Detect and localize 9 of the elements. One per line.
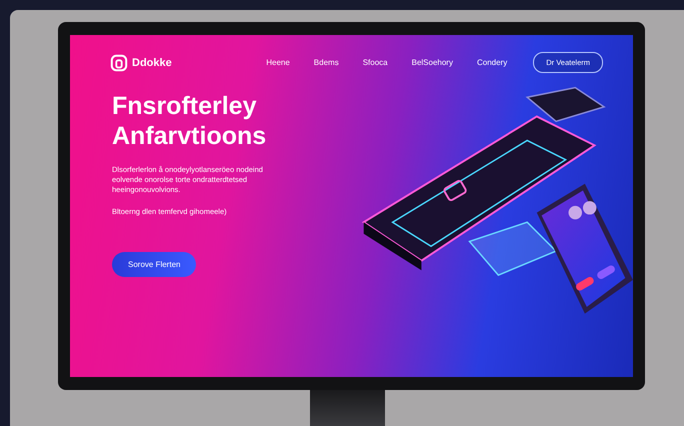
site-logo[interactable]: Ddokke <box>132 56 172 68</box>
nav-link[interactable]: Sfooca <box>362 58 388 67</box>
hero-title: Fnsrofterley Anfarvtioons <box>112 91 268 151</box>
hero-button[interactable]: Sorove Flerten <box>112 252 196 277</box>
nav-link[interactable]: Condery <box>476 58 508 67</box>
nav-link[interactable]: Heene <box>266 58 290 67</box>
logo-icon <box>110 54 128 72</box>
nav-link[interactable]: Bdems <box>314 58 339 67</box>
nav-link[interactable]: BelSoehory <box>412 58 453 67</box>
